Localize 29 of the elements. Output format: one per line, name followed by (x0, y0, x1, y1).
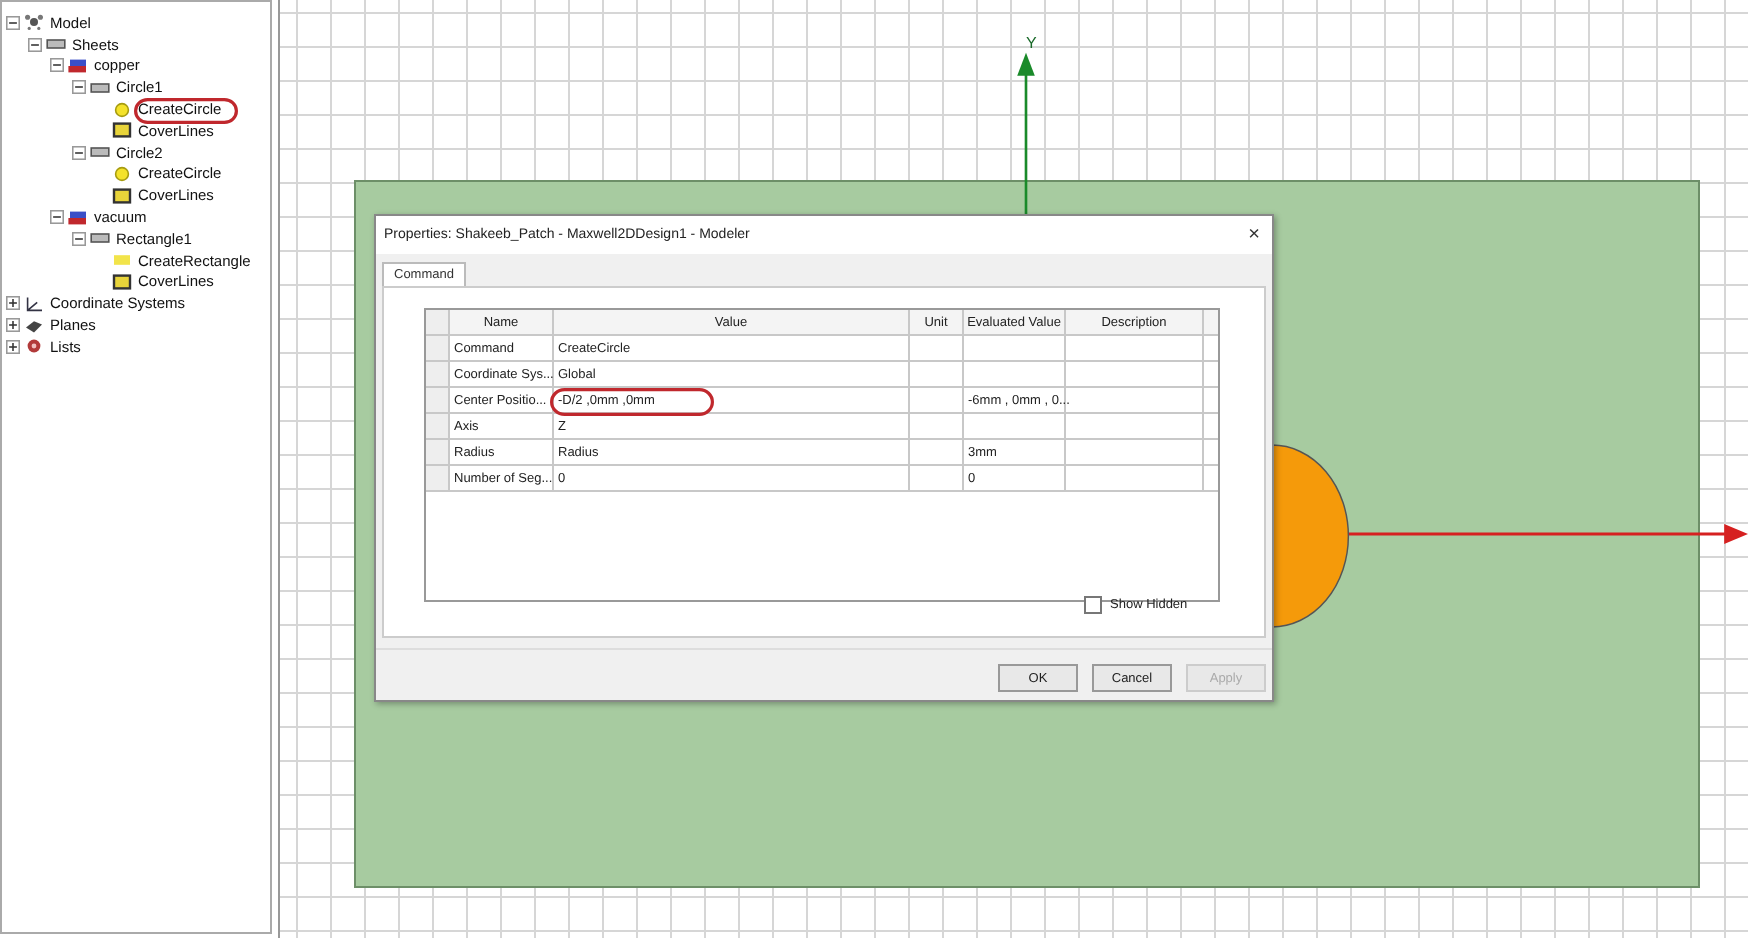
collapse-icon[interactable] (50, 210, 64, 225)
cover-lines-icon (112, 187, 132, 204)
material-icon (68, 209, 88, 226)
collapse-icon[interactable] (72, 145, 86, 160)
sheet-icon (90, 230, 110, 247)
cover-lines-icon (112, 122, 132, 139)
expand-icon[interactable] (6, 318, 20, 333)
collapse-icon[interactable] (28, 37, 42, 52)
molecule-icon (24, 14, 44, 31)
circle-icon (112, 165, 132, 182)
expand-icon[interactable] (6, 296, 20, 311)
rectangle-icon (112, 252, 132, 269)
material-icon (68, 57, 88, 74)
collapse-icon[interactable] (50, 58, 64, 73)
collapse-icon[interactable] (72, 80, 86, 95)
sheet-icon (46, 36, 66, 53)
sheet-icon (90, 79, 110, 96)
cover-lines-icon (112, 273, 132, 290)
collapse-icon[interactable] (72, 231, 86, 246)
circle-icon (112, 101, 132, 118)
lists-icon (24, 338, 44, 355)
checkbox[interactable] (1084, 596, 1102, 614)
expand-icon[interactable] (6, 339, 20, 354)
close-button[interactable]: × (1236, 224, 1272, 246)
collapse-icon[interactable] (6, 15, 20, 30)
planes-icon (24, 317, 44, 334)
axis-label: Y (1026, 34, 1037, 52)
sheet-icon (90, 144, 110, 161)
axes-icon (24, 295, 44, 312)
